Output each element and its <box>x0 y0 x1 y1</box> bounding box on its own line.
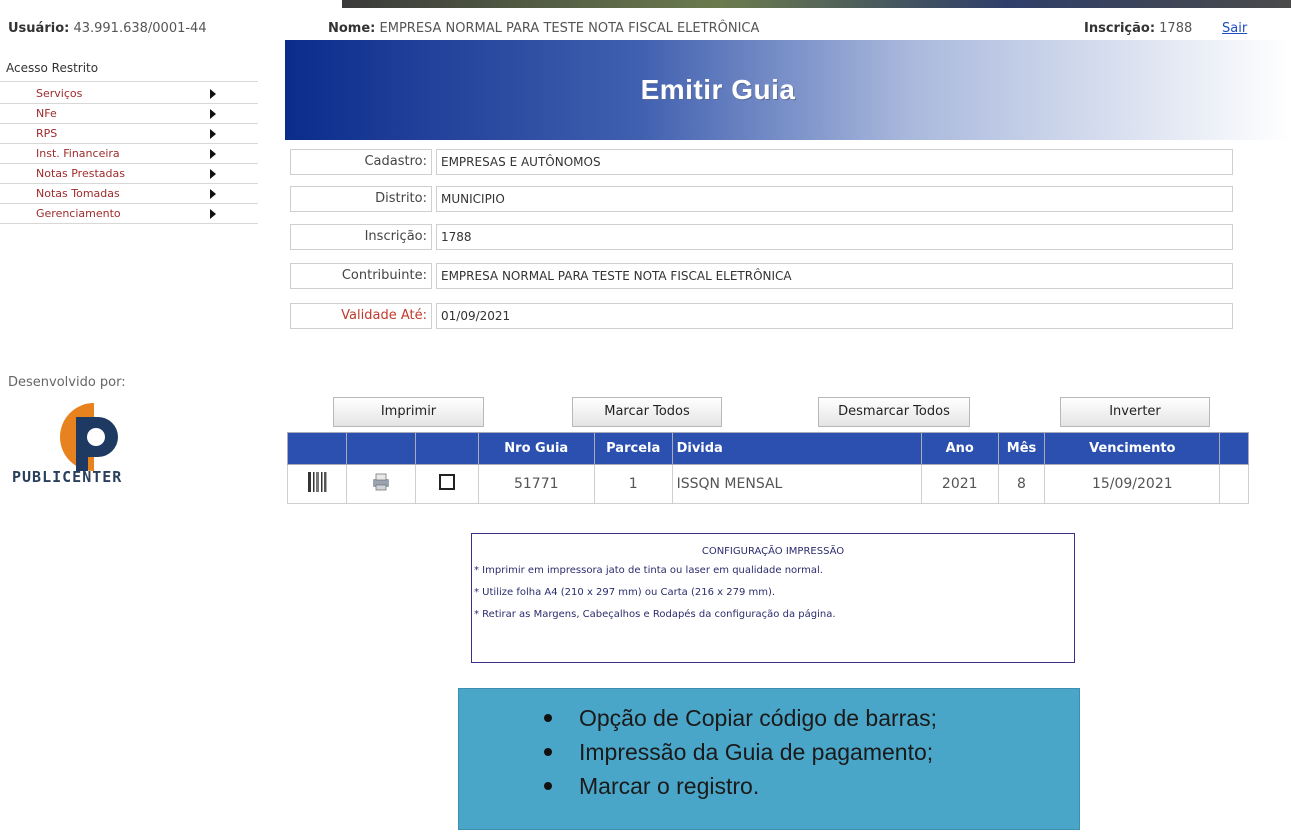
sidebar-item-notas-prestadas[interactable]: Notas Prestadas <box>0 164 258 184</box>
form-row-contribuinte: Contribuinte: EMPRESA NORMAL PARA TESTE … <box>290 263 1235 289</box>
header-mes: Mês <box>997 432 1046 465</box>
header-divida: Divida <box>671 432 922 465</box>
inscricao-field: 1788 <box>436 224 1233 250</box>
name-label: Nome: <box>328 21 376 36</box>
distrito-label: Distrito: <box>290 186 432 212</box>
sidebar-item-rps[interactable]: RPS <box>0 124 258 144</box>
print-button[interactable]: Imprimir <box>333 397 484 427</box>
sidebar-item-label: Gerenciamento <box>36 207 121 220</box>
barcode-cell[interactable] <box>287 464 347 504</box>
page-banner: Emitir Guia <box>285 40 1291 140</box>
inscricao-label: Inscrição: <box>1084 21 1156 36</box>
print-config-title: CONFIGURAÇÃO IMPRESSÃO <box>701 546 845 557</box>
caret-right-icon <box>210 189 216 199</box>
form-row-distrito: Distrito: MUNICIPIO <box>290 186 1235 212</box>
row-checkbox[interactable] <box>438 474 455 490</box>
page-title: Emitir Guia <box>640 74 796 105</box>
cadastro-label: Cadastro: <box>290 149 432 175</box>
cell-blank <box>1219 464 1249 504</box>
header-parcela: Parcela <box>593 432 673 465</box>
printer-icon[interactable] <box>370 471 392 493</box>
sidebar-item-label: Notas Tomadas <box>36 187 120 200</box>
header-vencimento: Vencimento <box>1044 432 1221 465</box>
print-config-line: * Retirar as Margens, Cabeçalhos e Rodap… <box>474 609 836 620</box>
inscricao-value: 1788 <box>1159 21 1193 36</box>
cadastro-field: EMPRESAS E AUTÔNOMOS <box>436 149 1233 175</box>
sidebar-item-inst-financeira[interactable]: Inst. Financeira <box>0 144 258 164</box>
invert-button[interactable]: Inverter <box>1060 397 1210 427</box>
caret-right-icon <box>210 89 216 99</box>
registration-info: Inscrição: 1788 <box>1084 21 1192 36</box>
header-blank <box>414 432 479 465</box>
logout-link[interactable]: Sair <box>1222 21 1247 36</box>
sidebar-item-nfe[interactable]: NFe <box>0 104 258 124</box>
cell-mes: 8 <box>997 464 1046 504</box>
cell-ano: 2021 <box>920 464 999 504</box>
select-cell[interactable] <box>414 464 479 504</box>
form-row-validade: Validade Até: 01/09/2021 <box>290 303 1235 329</box>
header-blank <box>287 432 347 465</box>
header-nro-guia: Nro Guia <box>477 432 595 465</box>
sidebar-item-label: RPS <box>36 127 58 140</box>
name-value: EMPRESA NORMAL PARA TESTE NOTA FISCAL EL… <box>379 21 760 36</box>
sidebar-item-servicos[interactable]: Serviços <box>0 84 258 104</box>
caret-right-icon <box>210 209 216 219</box>
sidebar-item-notas-tomadas[interactable]: Notas Tomadas <box>0 184 258 204</box>
sidebar-item-label: Inst. Financeira <box>36 147 120 160</box>
caret-right-icon <box>210 109 216 119</box>
validade-label: Validade Até: <box>290 303 432 329</box>
cell-parcela: 1 <box>593 464 673 504</box>
annotation-item: Impressão da Guia de pagamento; <box>544 735 1079 769</box>
table-row: 51771 1 ISSQN MENSAL 2021 8 15/09/2021 <box>287 464 1249 504</box>
guides-table: Nro Guia Parcela Divida Ano Mês Vencimen… <box>287 432 1249 504</box>
contribuinte-label: Contribuinte: <box>290 263 432 289</box>
cell-nro-guia: 51771 <box>477 464 595 504</box>
brand-name: PUBLICENTER <box>12 468 123 486</box>
table-header-row: Nro Guia Parcela Divida Ano Mês Vencimen… <box>287 432 1249 465</box>
header-blank <box>1219 432 1249 465</box>
developed-by-label: Desenvolvido por: <box>8 375 126 390</box>
caret-right-icon <box>210 149 216 159</box>
form-row-inscricao: Inscrição: 1788 <box>290 224 1235 250</box>
company-info: Nome: EMPRESA NORMAL PARA TESTE NOTA FIS… <box>328 21 759 36</box>
barcode-icon[interactable] <box>306 470 328 494</box>
print-cell[interactable] <box>345 464 416 504</box>
sidebar-title: Acesso Restrito <box>0 55 258 82</box>
validade-field: 01/09/2021 <box>436 303 1233 329</box>
annotation-callout: Opção de Copiar código de barras; Impres… <box>458 688 1080 830</box>
sidebar-item-label: Notas Prestadas <box>36 167 125 180</box>
user-label: Usuário: <box>8 21 70 36</box>
annotation-item: Opção de Copiar código de barras; <box>544 701 1079 735</box>
distrito-field: MUNICIPIO <box>436 186 1233 212</box>
annotation-list: Opção de Copiar código de barras; Impres… <box>459 701 1079 803</box>
cell-divida: ISSQN MENSAL <box>671 464 922 504</box>
caret-right-icon <box>210 129 216 139</box>
sidebar-item-label: NFe <box>36 107 57 120</box>
header-ano: Ano <box>920 432 999 465</box>
print-config-line: * Imprimir em impressora jato de tinta o… <box>474 565 823 576</box>
sidebar-item-label: Serviços <box>36 87 83 100</box>
select-all-button[interactable]: Marcar Todos <box>572 397 722 427</box>
publicenter-logo-icon <box>59 403 118 471</box>
header-blank <box>345 432 416 465</box>
user-info: Usuário: 43.991.638/0001-44 <box>8 21 207 36</box>
cell-vencimento: 15/09/2021 <box>1044 464 1221 504</box>
deselect-all-button[interactable]: Desmarcar Todos <box>818 397 970 427</box>
annotation-item: Marcar o registro. <box>544 769 1079 803</box>
sidebar-menu: Serviços NFe RPS Inst. Financeira Notas … <box>0 84 258 224</box>
caret-right-icon <box>210 169 216 179</box>
print-config-box: CONFIGURAÇÃO IMPRESSÃO * Imprimir em imp… <box>471 533 1075 663</box>
print-config-line: * Utilize folha A4 (210 x 297 mm) ou Car… <box>474 587 776 598</box>
contribuinte-field: EMPRESA NORMAL PARA TESTE NOTA FISCAL EL… <box>436 263 1233 289</box>
form-row-cadastro: Cadastro: EMPRESAS E AUTÔNOMOS <box>290 149 1235 175</box>
user-value: 43.991.638/0001-44 <box>73 21 207 36</box>
top-decorative-bar <box>342 0 1291 8</box>
inscricao-label: Inscrição: <box>290 224 432 250</box>
sidebar-item-gerenciamento[interactable]: Gerenciamento <box>0 204 258 224</box>
